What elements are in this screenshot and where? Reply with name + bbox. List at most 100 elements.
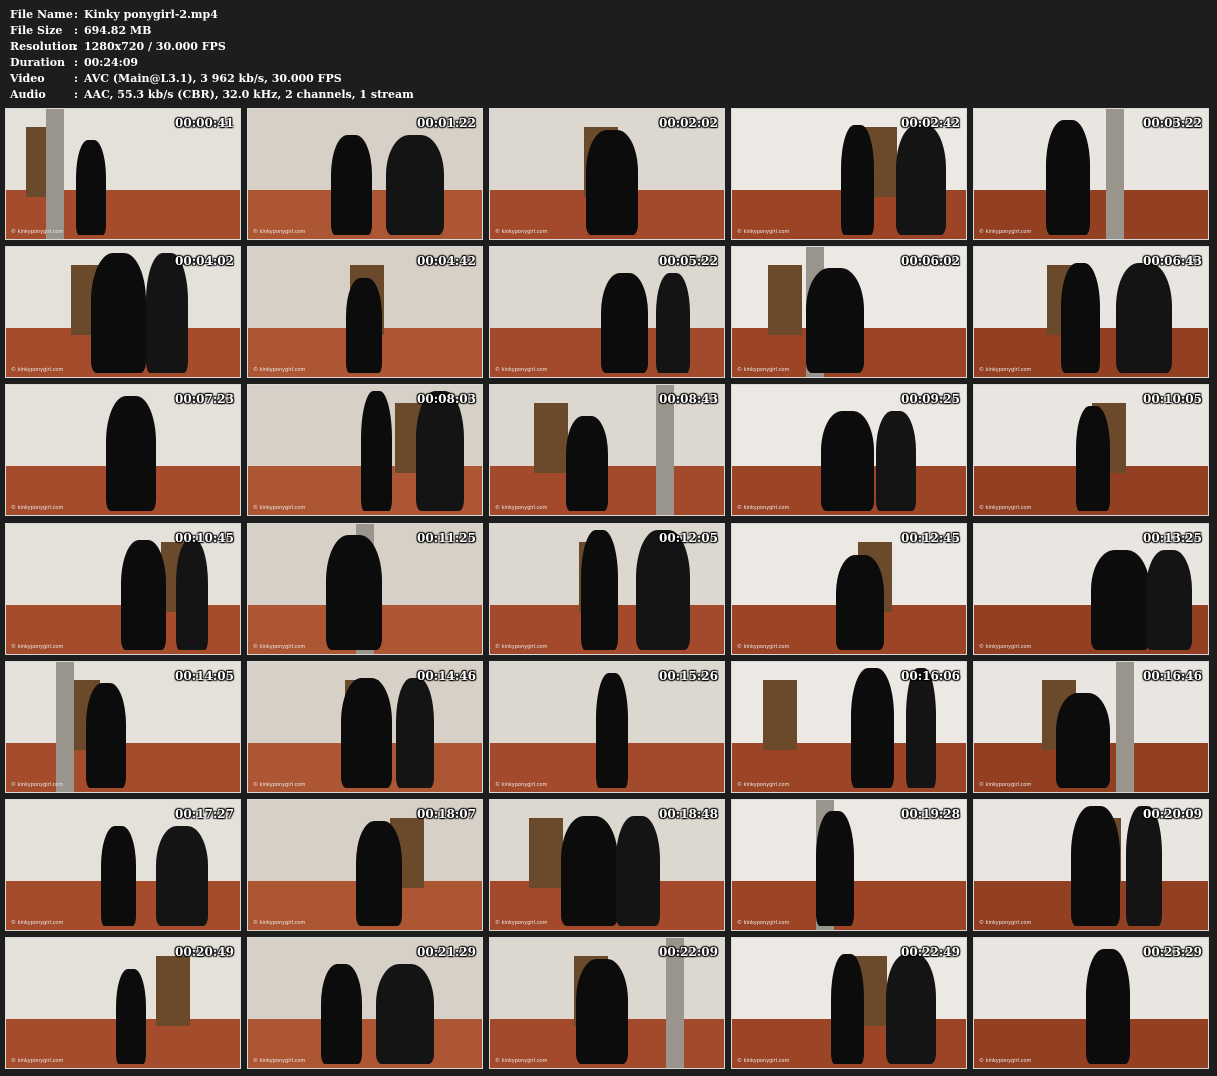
thumbnail-watermark: © kinkyponygirl.com: [737, 920, 790, 926]
video-thumbnail[interactable]: 00:11:25 © kinkyponygirl.com: [247, 523, 483, 655]
video-thumbnail[interactable]: 00:10:05 © kinkyponygirl.com: [973, 384, 1209, 516]
video-thumbnail[interactable]: 00:17:27 © kinkyponygirl.com: [5, 799, 241, 931]
thumbnail-timestamp: 00:14:05: [175, 669, 234, 683]
thumbnail-image-pillar: [56, 662, 74, 792]
video-thumbnail[interactable]: 00:04:02 © kinkyponygirl.com: [5, 246, 241, 378]
thumbnail-timestamp: 00:20:49: [175, 945, 234, 959]
thumbnail-image-figure: [586, 130, 638, 235]
thumbnail-timestamp: 00:02:42: [901, 116, 960, 130]
thumbnail-watermark: © kinkyponygirl.com: [495, 920, 548, 926]
video-thumbnail[interactable]: 00:06:43 © kinkyponygirl.com: [973, 246, 1209, 378]
thumbnail-timestamp: 00:04:42: [417, 254, 476, 268]
thumbnail-timestamp: 00:22:09: [659, 945, 718, 959]
video-thumbnail[interactable]: 00:19:28 © kinkyponygirl.com: [731, 799, 967, 931]
video-thumbnail[interactable]: 00:13:25 © kinkyponygirl.com: [973, 523, 1209, 655]
video-thumbnail[interactable]: 00:22:09 © kinkyponygirl.com: [489, 937, 725, 1069]
video-thumbnail[interactable]: 00:12:45 © kinkyponygirl.com: [731, 523, 967, 655]
thumbnail-timestamp: 00:01:22: [417, 116, 476, 130]
thumbnail-watermark: © kinkyponygirl.com: [11, 644, 64, 650]
info-separator: :: [74, 88, 79, 101]
info-row-video: Video : AVC (Main@L3.1), 3 962 kb/s, 30.…: [10, 71, 414, 87]
video-thumbnail[interactable]: 00:00:41 © kinkyponygirl.com: [5, 108, 241, 240]
video-thumbnail[interactable]: 00:20:09 © kinkyponygirl.com: [973, 799, 1209, 931]
thumbnail-watermark: © kinkyponygirl.com: [979, 367, 1032, 373]
thumbnail-timestamp: 00:08:43: [659, 392, 718, 406]
thumbnail-image-figure: [906, 668, 936, 788]
video-thumbnail[interactable]: 00:16:46 © kinkyponygirl.com: [973, 661, 1209, 793]
thumbnail-image-figure: [1116, 263, 1172, 373]
video-thumbnail[interactable]: 00:02:02 © kinkyponygirl.com: [489, 108, 725, 240]
thumbnail-timestamp: 00:08:03: [417, 392, 476, 406]
thumbnail-image-figure: [816, 811, 854, 926]
info-separator: :: [74, 8, 79, 21]
thumbnail-image-figure: [356, 821, 402, 926]
info-separator: :: [74, 56, 79, 69]
video-thumbnail[interactable]: 00:09:25 © kinkyponygirl.com: [731, 384, 967, 516]
thumbnail-watermark: © kinkyponygirl.com: [495, 1058, 548, 1064]
video-thumbnail[interactable]: 00:14:46 © kinkyponygirl.com: [247, 661, 483, 793]
thumbnail-timestamp: 00:18:07: [417, 807, 476, 821]
thumbnail-timestamp: 00:09:25: [901, 392, 960, 406]
video-thumbnail[interactable]: 00:08:03 © kinkyponygirl.com: [247, 384, 483, 516]
video-thumbnail[interactable]: 00:10:45 © kinkyponygirl.com: [5, 523, 241, 655]
video-thumbnail[interactable]: 00:06:02 © kinkyponygirl.com: [731, 246, 967, 378]
info-label: File Name: [10, 8, 73, 21]
thumbnail-watermark: © kinkyponygirl.com: [495, 505, 548, 511]
thumbnail-image-figure: [116, 969, 146, 1064]
thumbnail-watermark: © kinkyponygirl.com: [11, 1058, 64, 1064]
thumbnail-image-door: [534, 403, 568, 473]
thumbnail-timestamp: 00:10:05: [1143, 392, 1202, 406]
thumbnail-image-door: [763, 680, 797, 750]
thumbnail-image-figure: [361, 391, 392, 511]
video-thumbnail[interactable]: 00:12:05 © kinkyponygirl.com: [489, 523, 725, 655]
thumbnail-watermark: © kinkyponygirl.com: [737, 644, 790, 650]
thumbnail-image-figure: [601, 273, 648, 373]
video-thumbnail[interactable]: 00:01:22 © kinkyponygirl.com: [247, 108, 483, 240]
thumbnail-image-figure: [1046, 120, 1090, 235]
thumbnail-image-figure: [346, 278, 382, 373]
info-value: 1280x720 / 30.000 FPS: [84, 40, 226, 53]
video-thumbnail[interactable]: 00:18:07 © kinkyponygirl.com: [247, 799, 483, 931]
thumbnail-image-figure: [561, 816, 618, 926]
thumbnail-image-figure: [1056, 693, 1110, 788]
video-thumbnail[interactable]: 00:02:42 © kinkyponygirl.com: [731, 108, 967, 240]
video-thumbnail[interactable]: 00:14:05 © kinkyponygirl.com: [5, 661, 241, 793]
info-label: Audio: [10, 88, 46, 101]
video-thumbnail[interactable]: 00:08:43 © kinkyponygirl.com: [489, 384, 725, 516]
file-info-header: File Name : Kinky ponygirl-2.mp4 File Si…: [10, 7, 414, 103]
video-thumbnail[interactable]: 00:23:29 © kinkyponygirl.com: [973, 937, 1209, 1069]
thumbnail-timestamp: 00:18:48: [659, 807, 718, 821]
thumbnail-watermark: © kinkyponygirl.com: [979, 644, 1032, 650]
thumbnail-timestamp: 00:00:41: [175, 116, 234, 130]
thumbnail-image-figure: [341, 678, 392, 788]
info-value: AVC (Main@L3.1), 3 962 kb/s, 30.000 FPS: [84, 72, 342, 85]
thumbnail-watermark: © kinkyponygirl.com: [737, 367, 790, 373]
thumbnail-watermark: © kinkyponygirl.com: [737, 782, 790, 788]
info-separator: :: [74, 40, 79, 53]
info-label: File Size: [10, 24, 63, 37]
video-thumbnail[interactable]: 00:05:22 © kinkyponygirl.com: [489, 246, 725, 378]
video-thumbnail[interactable]: 00:20:49 © kinkyponygirl.com: [5, 937, 241, 1069]
info-value: Kinky ponygirl-2.mp4: [84, 8, 218, 21]
thumbnail-image-figure: [121, 540, 166, 650]
video-thumbnail[interactable]: 00:18:48 © kinkyponygirl.com: [489, 799, 725, 931]
video-thumbnail[interactable]: 00:16:06 © kinkyponygirl.com: [731, 661, 967, 793]
thumbnail-image-figure: [331, 135, 372, 235]
thumbnail-watermark: © kinkyponygirl.com: [979, 920, 1032, 926]
video-thumbnail[interactable]: 00:21:29 © kinkyponygirl.com: [247, 937, 483, 1069]
video-thumbnail[interactable]: 00:22:49 © kinkyponygirl.com: [731, 937, 967, 1069]
video-thumbnail[interactable]: 00:04:42 © kinkyponygirl.com: [247, 246, 483, 378]
thumbnail-image-figure: [1126, 806, 1162, 926]
thumbnail-image-figure: [636, 530, 690, 650]
video-thumbnail[interactable]: 00:03:22 © kinkyponygirl.com: [973, 108, 1209, 240]
video-thumbnail[interactable]: 00:15:26 © kinkyponygirl.com: [489, 661, 725, 793]
thumbnail-image-figure: [581, 530, 618, 650]
thumbnail-watermark: © kinkyponygirl.com: [737, 229, 790, 235]
thumbnail-watermark: © kinkyponygirl.com: [253, 367, 306, 373]
thumbnail-image-figure: [91, 253, 146, 373]
video-thumbnail[interactable]: 00:07:23 © kinkyponygirl.com: [5, 384, 241, 516]
thumbnail-image-figure: [896, 125, 946, 235]
info-value: AAC, 55.3 kb/s (CBR), 32.0 kHz, 2 channe…: [84, 88, 414, 101]
thumbnail-image-figure: [616, 816, 660, 926]
thumbnail-timestamp: 00:12:45: [901, 531, 960, 545]
